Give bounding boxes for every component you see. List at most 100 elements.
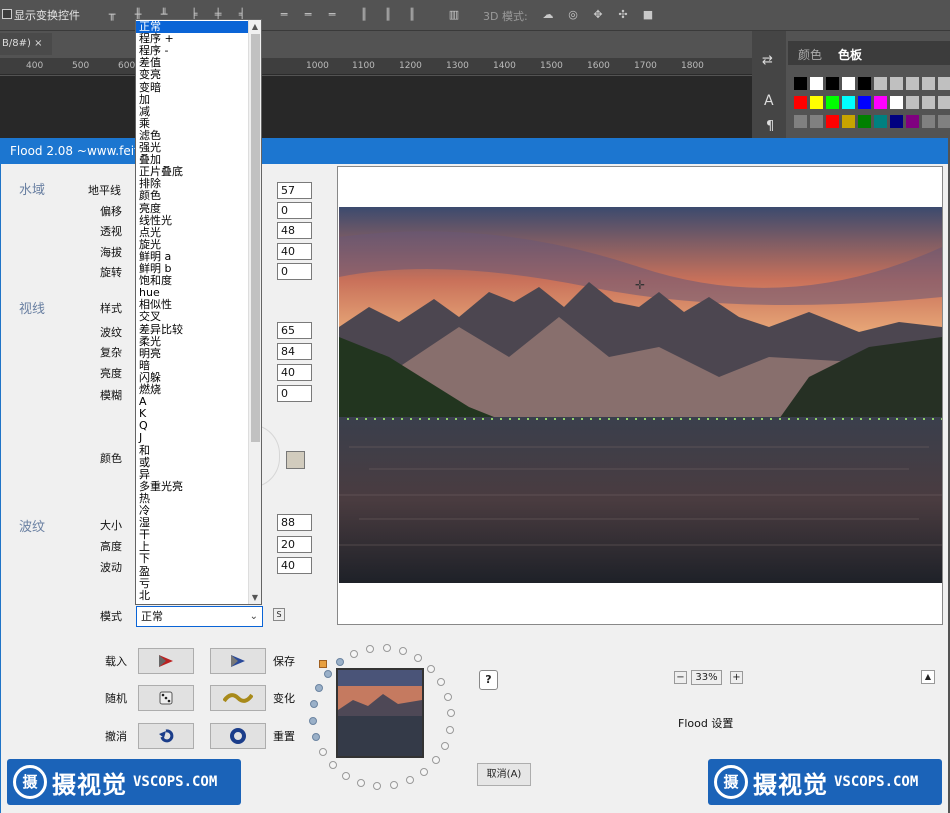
mode-option[interactable]: 柔光 [139, 335, 161, 348]
swatch[interactable] [890, 77, 903, 90]
mode-option[interactable]: 和 [139, 444, 150, 457]
3d-orbit-icon[interactable]: ☁ [542, 8, 554, 21]
undulation-input[interactable]: 40 [277, 557, 312, 574]
mode-option[interactable]: 暗 [139, 359, 150, 372]
swatch[interactable] [842, 96, 855, 109]
swatch[interactable] [858, 115, 871, 128]
mode-option[interactable]: 差异比较 [139, 323, 183, 336]
show-transform-checkbox[interactable] [2, 9, 12, 19]
3d-pan-icon[interactable]: ✥ [592, 8, 604, 21]
mode-option[interactable]: 亮度 [139, 202, 161, 215]
preset-dot[interactable] [445, 725, 454, 734]
mode-option[interactable]: 颜色 [139, 190, 161, 202]
zoom-in-button[interactable]: + [730, 671, 743, 684]
mode-option[interactable]: 亏 [139, 577, 150, 590]
align-top-icon[interactable]: ╥ [106, 8, 118, 21]
mode-option[interactable]: 异 [139, 468, 150, 481]
tab-swatches[interactable]: 色板 [838, 46, 862, 63]
size-input[interactable]: 88 [277, 514, 312, 531]
mode-s-button[interactable]: S [273, 608, 285, 621]
swatch[interactable] [922, 115, 935, 128]
preset-dot[interactable] [444, 692, 452, 701]
mode-option[interactable]: 交叉 [139, 311, 161, 323]
mode-option[interactable]: 变亮 [139, 69, 161, 81]
scroll-down-icon[interactable]: ▼ [249, 591, 261, 604]
mode-option[interactable]: 线性光 [139, 214, 172, 227]
preset-dot[interactable] [420, 767, 429, 776]
preset-dot[interactable] [432, 755, 441, 764]
swatch[interactable] [810, 115, 823, 128]
swatch[interactable] [890, 115, 903, 128]
cancel-button[interactable]: 取消(A) [477, 763, 531, 786]
swatch[interactable] [874, 96, 887, 109]
swatch[interactable] [906, 115, 919, 128]
horizon-input[interactable]: 57 [277, 182, 312, 199]
mode-option[interactable]: 乘 [139, 117, 150, 130]
preset-dot[interactable] [323, 670, 332, 679]
blur-input[interactable]: 0 [277, 385, 312, 402]
3d-roll-icon[interactable]: ◎ [567, 8, 579, 21]
complexity-input[interactable]: 84 [277, 343, 312, 360]
save-button[interactable] [210, 648, 266, 674]
swatch[interactable] [922, 96, 935, 109]
swatch[interactable] [874, 115, 887, 128]
preset-dot[interactable] [427, 664, 436, 673]
mode-select[interactable]: 正常 ⌄ [136, 606, 263, 627]
swatch[interactable] [874, 77, 887, 90]
distribute-right-icon[interactable]: ║ [406, 8, 418, 21]
preview-image[interactable]: ✛ [339, 207, 942, 583]
mode-option[interactable]: 旋光 [139, 238, 161, 251]
distribute-top-icon[interactable]: ═ [278, 8, 290, 21]
mode-option[interactable]: 或 [139, 456, 150, 469]
document-tab[interactable]: B/8#) × [0, 33, 52, 55]
preset-dot[interactable] [309, 716, 318, 725]
mode-option[interactable]: J [139, 432, 142, 444]
mode-option[interactable]: 点光 [139, 226, 161, 239]
close-icon[interactable]: × [34, 38, 42, 49]
dropdown-scrollbar[interactable]: ▲ ▼ [248, 20, 261, 604]
preset-dot[interactable] [382, 644, 391, 653]
thumbnail-preview[interactable] [336, 668, 424, 758]
preset-dot[interactable] [389, 780, 398, 789]
swatch[interactable] [810, 77, 823, 90]
preset-dot[interactable] [366, 645, 375, 654]
swatch[interactable] [890, 96, 903, 109]
distribute-hcenter-icon[interactable]: ║ [382, 8, 394, 21]
distribute-bottom-icon[interactable]: ═ [326, 8, 338, 21]
swatch[interactable] [938, 77, 950, 90]
brightness-input[interactable]: 40 [277, 364, 312, 381]
perspective-input[interactable]: 48 [277, 222, 312, 239]
swatch[interactable] [858, 77, 871, 90]
tab-color[interactable]: 颜色 [798, 46, 822, 63]
offset-input[interactable]: 0 [277, 202, 312, 219]
load-button[interactable] [138, 648, 194, 674]
history-icon[interactable]: ⇄ [762, 53, 773, 68]
swatch[interactable] [922, 77, 935, 90]
preset-dot[interactable] [318, 748, 327, 757]
swatch[interactable] [826, 77, 839, 90]
swatch[interactable] [938, 115, 950, 128]
preset-dot[interactable] [437, 677, 446, 686]
swatch[interactable] [938, 96, 950, 109]
swatch[interactable] [842, 77, 855, 90]
3d-scale-icon[interactable]: ■ [642, 8, 654, 21]
paragraph-icon[interactable]: ¶ [766, 119, 774, 134]
mode-option[interactable]: 盈 [139, 565, 150, 578]
change-button[interactable] [210, 685, 266, 711]
mode-option[interactable]: 变暗 [139, 81, 161, 94]
swatch[interactable] [906, 96, 919, 109]
character-icon[interactable]: A [764, 93, 774, 109]
distribute-left-icon[interactable]: ║ [358, 8, 370, 21]
help-button[interactable]: ? [479, 670, 498, 690]
undo-button[interactable] [138, 723, 194, 749]
mode-option[interactable]: 减 [139, 105, 150, 118]
mode-dropdown-list[interactable]: 正常 程序 + 程序 - 差值 变亮 变暗加减乘滤色 强光 叠加 正片叠底 排除 颜色 亮度 线性光 点光… [135, 19, 262, 605]
mode-option[interactable]: 加 [139, 93, 150, 106]
height-input[interactable]: 20 [277, 536, 312, 553]
random-button[interactable] [138, 685, 194, 711]
rotation-input[interactable]: 0 [277, 263, 312, 280]
swatch[interactable] [826, 115, 839, 128]
swatch[interactable] [826, 96, 839, 109]
mode-option[interactable]: 北 [139, 589, 150, 602]
swatch[interactable] [858, 96, 871, 109]
